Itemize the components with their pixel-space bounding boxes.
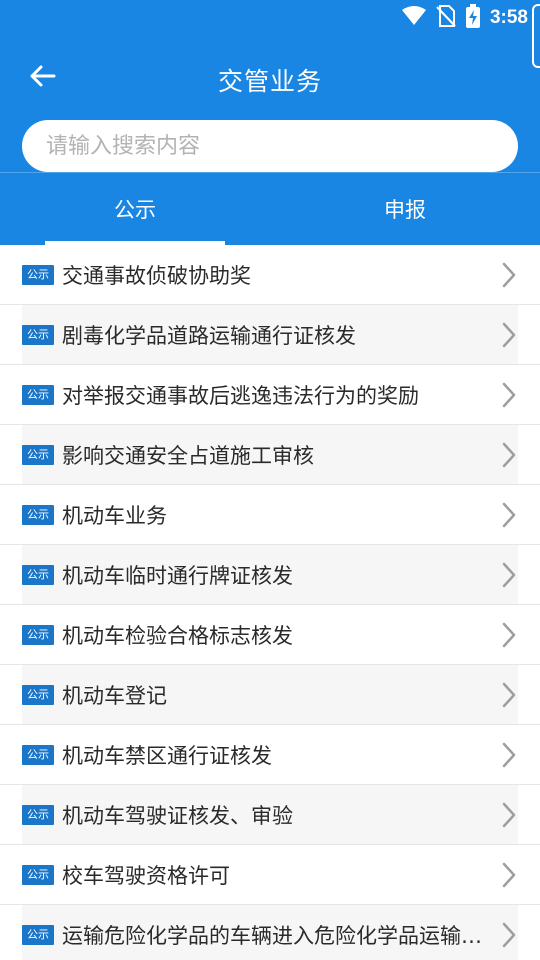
list-item[interactable]: 公示 交通事故侦破协助奖 — [0, 245, 540, 305]
page-title: 交管业务 — [217, 67, 322, 96]
chevron-right-icon — [500, 681, 518, 709]
notice-badge: 公示 — [22, 324, 54, 345]
notice-badge: 公示 — [22, 264, 54, 285]
list-item-label: 机动车检验合格标志核发 — [62, 623, 293, 648]
notice-badge: 公示 — [22, 744, 54, 765]
list-item-label: 校车驾驶资格许可 — [62, 863, 230, 888]
list-item[interactable]: 公示 机动车临时通行牌证核发 — [0, 545, 540, 605]
battery-charging-icon — [465, 4, 480, 32]
search-input[interactable] — [22, 120, 518, 172]
list-item-label: 机动车驾驶证核发、审验 — [62, 803, 293, 828]
app-header: 3:58 交管业务 公示 申报 — [0, 0, 540, 245]
list-item-label: 交通事故侦破协助奖 — [62, 263, 251, 288]
list-item-label: 影响交通安全占道施工审核 — [62, 443, 314, 468]
chevron-right-icon — [500, 561, 518, 589]
chevron-right-icon — [500, 321, 518, 349]
toolbar: 交管业务 — [0, 44, 540, 112]
chevron-right-icon — [500, 861, 518, 889]
chevron-right-icon — [500, 441, 518, 469]
tab-apply[interactable]: 申报 — [270, 173, 540, 245]
list-item-label: 对举报交通事故后逃逸违法行为的奖励 — [62, 383, 419, 408]
list-item[interactable]: 公示 校车驾驶资格许可 — [0, 845, 540, 905]
tab-label: 公示 — [114, 198, 156, 222]
chevron-right-icon — [500, 621, 518, 649]
list-item-label: 剧毒化学品道路运输通行证核发 — [62, 323, 356, 348]
list-item[interactable]: 公示 机动车登记 — [0, 665, 540, 725]
no-sim-icon — [436, 5, 456, 31]
notice-badge: 公示 — [22, 684, 54, 705]
tab-public-notice[interactable]: 公示 — [0, 173, 270, 245]
status-time: 3:58 — [489, 7, 528, 28]
list-item[interactable]: 公示 剧毒化学品道路运输通行证核发 — [0, 305, 540, 365]
notice-badge: 公示 — [22, 504, 54, 525]
list-item-label: 机动车业务 — [62, 503, 167, 528]
list-item[interactable]: 公示 机动车驾驶证核发、审验 — [0, 785, 540, 845]
list-item[interactable]: 公示运输危险化学品的车辆进入危险化学品运输车辆限制通行区域审批 — [0, 905, 540, 960]
tab-label: 申报 — [384, 198, 426, 222]
list-item-label: 运输危险化学品的车辆进入危险化学品运输车辆限制通行区域审批 — [62, 923, 500, 948]
notice-badge: 公示 — [22, 924, 54, 945]
notice-badge: 公示 — [22, 384, 54, 405]
chevron-right-icon — [500, 741, 518, 769]
wifi-icon — [401, 6, 426, 30]
list-item[interactable]: 公示 对举报交通事故后逃逸违法行为的奖励 — [0, 365, 540, 425]
list-item[interactable]: 公示 机动车检验合格标志核发 — [0, 605, 540, 665]
status-icons: 3:58 — [401, 4, 528, 32]
list-item[interactable]: 公示 影响交通安全占道施工审核 — [0, 425, 540, 485]
notice-badge: 公示 — [22, 624, 54, 645]
chevron-right-icon — [500, 501, 518, 529]
chevron-right-icon — [500, 261, 518, 289]
chevron-right-icon — [500, 921, 518, 949]
notice-badge: 公示 — [22, 804, 54, 825]
status-bar: 3:58 — [0, 0, 540, 68]
list-item-label: 机动车禁区通行证核发 — [62, 743, 272, 768]
chevron-right-icon — [500, 801, 518, 829]
chevron-right-icon — [500, 381, 518, 409]
notice-badge: 公示 — [22, 444, 54, 465]
notice-badge: 公示 — [22, 864, 54, 885]
list-item-label: 机动车临时通行牌证核发 — [62, 563, 293, 588]
list-item-label: 机动车登记 — [62, 683, 167, 708]
list-item[interactable]: 公示 机动车业务 — [0, 485, 540, 545]
business-list: 公示 交通事故侦破协助奖 公示 剧毒化学品道路运输通行证核发 公示 对举报交通事故后逃… — [0, 245, 540, 960]
list-item[interactable]: 公示 机动车禁区通行证核发 — [0, 725, 540, 785]
tab-bar: 公示 申报 — [0, 172, 540, 245]
notice-badge: 公示 — [22, 564, 54, 585]
